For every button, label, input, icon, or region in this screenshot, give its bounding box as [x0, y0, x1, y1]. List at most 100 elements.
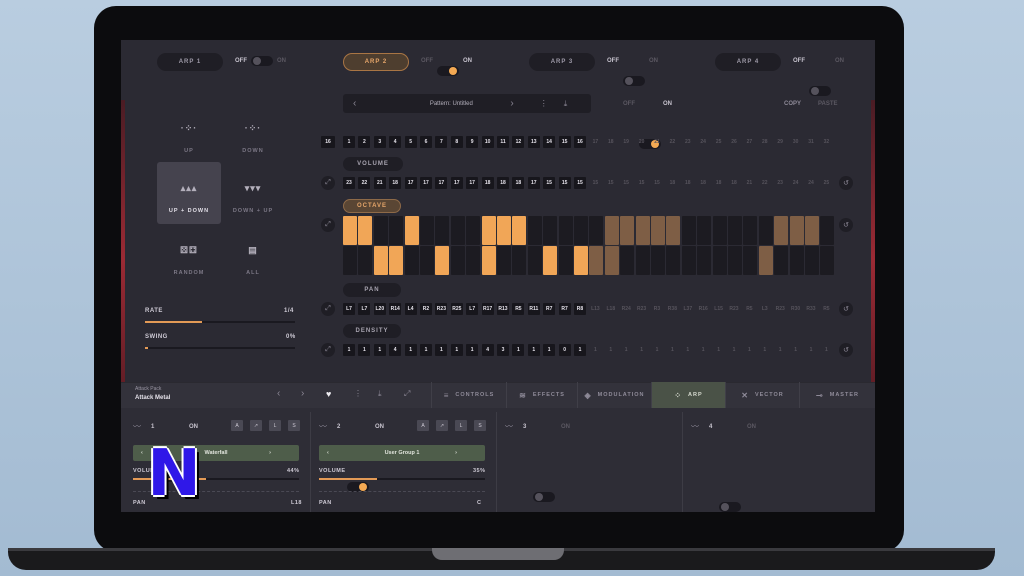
density-step[interactable]: 1 — [420, 344, 432, 356]
pan-section-label[interactable]: PAN — [343, 283, 401, 297]
volume-step[interactable]: 15 — [574, 177, 586, 189]
octave-step[interactable] — [373, 246, 388, 275]
density-step[interactable]: 1 — [574, 344, 586, 356]
pan-expand-icon[interactable]: ⤢ — [321, 302, 335, 316]
volume-step[interactable]: 23 — [774, 177, 786, 189]
pan-step[interactable]: R30 — [790, 303, 802, 315]
density-step[interactable]: 1 — [450, 344, 463, 356]
octave-step[interactable] — [589, 246, 604, 275]
volume-step[interactable]: 18 — [666, 177, 678, 189]
step-number[interactable]: 6 — [420, 136, 432, 148]
density-step[interactable]: 1 — [343, 344, 355, 356]
step-number[interactable]: 4 — [389, 136, 402, 148]
arp-1-toggle[interactable] — [251, 56, 273, 66]
step-number[interactable]: 28 — [759, 136, 771, 148]
step-number[interactable]: 14 — [543, 136, 556, 148]
density-step[interactable]: 1 — [790, 344, 802, 356]
octave-step[interactable] — [343, 216, 357, 245]
volume-step[interactable]: 22 — [759, 177, 771, 189]
volume-section-label[interactable]: VOLUME — [343, 157, 403, 171]
octave-step[interactable] — [805, 216, 819, 245]
octave-step[interactable] — [527, 216, 542, 245]
pan-step[interactable]: R8 — [574, 303, 586, 315]
octave-step[interactable] — [435, 216, 450, 245]
octave-step[interactable] — [527, 246, 542, 275]
octave-step[interactable] — [712, 216, 727, 245]
density-step[interactable]: 1 — [682, 344, 694, 356]
density-step[interactable]: 1 — [713, 344, 725, 356]
octave-step[interactable] — [373, 216, 388, 245]
octave-section-label[interactable]: OCTAVE — [343, 199, 401, 213]
step-number[interactable]: 30 — [790, 136, 802, 148]
octave-step[interactable] — [805, 246, 819, 275]
octave-step[interactable] — [497, 246, 511, 275]
next-layer-preset-icon[interactable]: › — [455, 450, 457, 456]
volume-step[interactable]: 24 — [790, 177, 802, 189]
resize-icon[interactable]: ⤢ — [404, 389, 410, 399]
octave-step[interactable] — [712, 246, 727, 275]
step-number[interactable]: 5 — [404, 136, 417, 148]
volume-step[interactable]: 18 — [497, 177, 509, 189]
mode-down-up[interactable]: ▾▾▾ DOWN + UP — [221, 162, 285, 224]
pan-step[interactable]: L3 — [759, 303, 771, 315]
density-step[interactable]: 0 — [558, 344, 571, 356]
prev-layer-preset-icon[interactable]: ‹ — [327, 450, 329, 456]
volume-step[interactable]: 25 — [820, 177, 832, 189]
step-number[interactable]: 23 — [682, 136, 694, 148]
octave-reset-icon[interactable]: ↺ — [839, 218, 853, 232]
pattern-menu-icon[interactable]: ⋮ — [540, 99, 548, 108]
nav-tab-vector[interactable]: ✕ VECTOR — [725, 382, 799, 408]
octave-step[interactable] — [404, 246, 419, 275]
octave-step[interactable] — [774, 246, 789, 275]
density-step[interactable]: 1 — [373, 344, 386, 356]
pan-step[interactable]: R7 — [558, 303, 571, 315]
density-step[interactable]: 1 — [651, 344, 663, 356]
octave-step[interactable] — [651, 246, 665, 275]
step-number[interactable]: 27 — [743, 136, 755, 148]
pan-step[interactable]: L4 — [404, 303, 417, 315]
density-step[interactable]: 1 — [358, 344, 371, 356]
download-icon[interactable]: ⤓ — [564, 99, 568, 109]
pan-step[interactable]: L20 — [373, 303, 386, 315]
octave-step[interactable] — [681, 246, 696, 275]
pan-step[interactable]: R33 — [805, 303, 817, 315]
volume-step[interactable]: 15 — [558, 177, 571, 189]
volume-step[interactable]: 18 — [512, 177, 525, 189]
volume-step[interactable]: 18 — [682, 177, 694, 189]
octave-step[interactable] — [743, 246, 758, 275]
pan-step[interactable]: R23 — [636, 303, 648, 315]
volume-step[interactable]: 15 — [620, 177, 632, 189]
volume-step[interactable]: 21 — [743, 177, 755, 189]
volume-step[interactable]: 15 — [605, 177, 617, 189]
pan-step[interactable]: R16 — [697, 303, 709, 315]
mode-up[interactable]: ·⁘· UP — [157, 102, 221, 164]
arp-2-toggle[interactable] — [437, 66, 459, 76]
octave-step[interactable] — [466, 216, 481, 245]
layer-3-toggle[interactable] — [533, 492, 555, 502]
mode-random[interactable]: ⚄⚃ RANDOM — [157, 224, 221, 286]
density-step[interactable]: 1 — [620, 344, 632, 356]
layer-preset-selector[interactable]: ‹ User Group 1 › — [319, 445, 485, 461]
octave-step[interactable] — [358, 246, 373, 275]
octave-step[interactable] — [697, 246, 712, 275]
density-section-label[interactable]: DENSITY — [343, 324, 401, 338]
octave-step[interactable] — [420, 216, 434, 245]
volume-step[interactable]: 18 — [713, 177, 725, 189]
layer-option-button[interactable]: ↗ — [436, 420, 448, 431]
density-step[interactable]: 1 — [697, 344, 709, 356]
layer-option-button[interactable]: ↗ — [250, 420, 262, 431]
density-step[interactable]: 1 — [820, 344, 832, 356]
next-layer-preset-icon[interactable]: › — [269, 450, 271, 456]
octave-step[interactable] — [604, 216, 619, 245]
pan-step[interactable]: R3 — [651, 303, 663, 315]
density-step[interactable]: 1 — [589, 344, 601, 356]
density-step[interactable]: 1 — [512, 344, 525, 356]
volume-step[interactable]: 18 — [697, 177, 709, 189]
next-preset-icon[interactable]: › — [301, 388, 304, 399]
pan-step[interactable]: L7 — [466, 303, 479, 315]
volume-step[interactable]: 24 — [805, 177, 817, 189]
nav-tab-arp[interactable]: ⁘ ARP — [651, 382, 725, 408]
octave-step[interactable] — [574, 246, 588, 275]
density-step[interactable]: 1 — [666, 344, 678, 356]
pan-step[interactable]: L37 — [682, 303, 694, 315]
